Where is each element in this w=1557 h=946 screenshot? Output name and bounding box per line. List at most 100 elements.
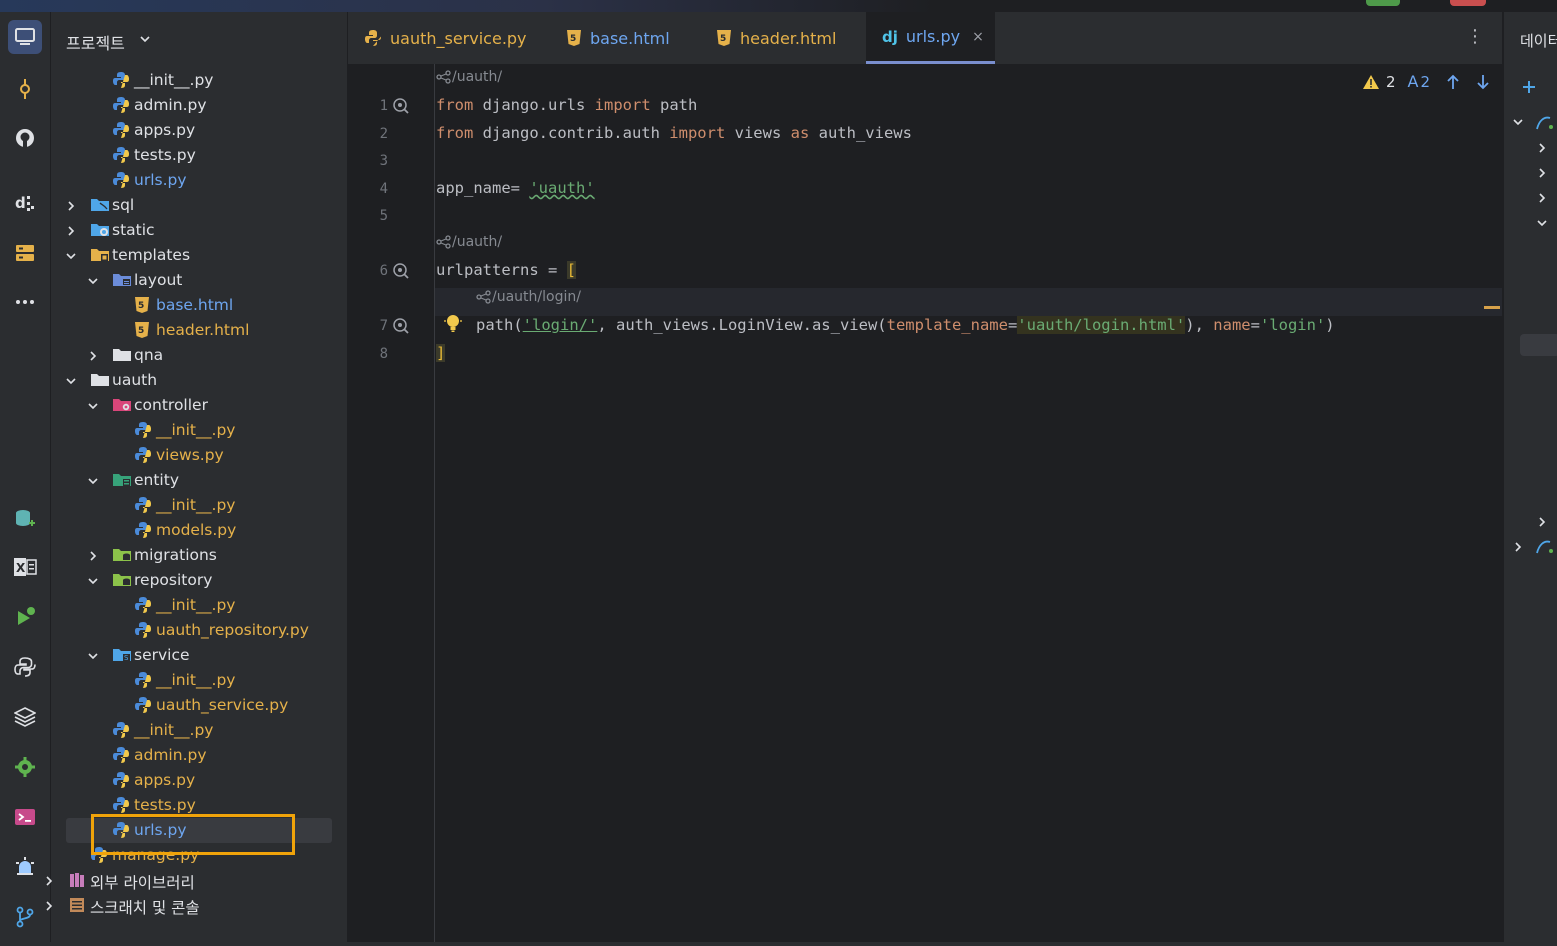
tree-item[interactable]: urls.py — [66, 818, 332, 843]
tree-item[interactable]: templates — [51, 243, 341, 268]
tree-item[interactable]: 외부 라이브러리 — [46, 868, 341, 893]
tab-base-html[interactable]: 5 base.html — [566, 12, 670, 64]
chevron-right-icon[interactable] — [87, 549, 99, 561]
project-title[interactable]: 프로젝트 — [66, 30, 125, 54]
inspection-widget[interactable]: 2 A 2 — [1362, 72, 1490, 91]
route-hint[interactable]: /uauth/ — [436, 234, 502, 250]
route-hint[interactable]: /uauth/login/ — [476, 289, 581, 305]
django-structure-icon[interactable]: d — [8, 186, 42, 220]
run-indicator[interactable] — [1366, 0, 1400, 6]
chevron-down-icon[interactable] — [87, 399, 99, 411]
tree-item[interactable]: tests.py — [51, 143, 341, 168]
tree-item[interactable]: uauth_repository.py — [51, 618, 341, 643]
tree-item[interactable]: apps.py — [51, 118, 341, 143]
arrow-down-icon[interactable] — [1476, 74, 1490, 90]
excel-icon[interactable]: X — [8, 550, 42, 584]
settings-gear-icon[interactable] — [8, 750, 42, 784]
chevron-down-icon[interactable] — [87, 474, 99, 486]
database-panel-title[interactable]: 데이터 — [1520, 30, 1557, 51]
chevron-down-icon[interactable] — [139, 34, 151, 44]
tree-item[interactable]: admin.py — [51, 93, 341, 118]
code-text: , auth_views.LoginView.as_view( — [597, 316, 887, 334]
chevron-down-icon[interactable] — [87, 274, 99, 286]
tree-item[interactable]: __init__.py — [51, 493, 341, 518]
tree-item[interactable]: Sservice — [51, 643, 341, 668]
tree-item[interactable]: migrations — [51, 543, 341, 568]
python-file-icon — [365, 30, 381, 46]
tab-uauth-service[interactable]: uauth_service.py — [364, 12, 527, 64]
tab-header-html[interactable]: 5 header.html — [716, 12, 836, 64]
tree-item[interactable]: __init__.py — [51, 68, 341, 93]
project-tool-icon[interactable] — [8, 20, 42, 54]
tree-item[interactable]: entity — [51, 468, 341, 493]
chevron-right-icon[interactable] — [43, 899, 55, 911]
lightbulb-icon[interactable] — [444, 312, 462, 334]
tree-item[interactable]: uauth — [51, 368, 341, 393]
url-mapping-icon[interactable] — [392, 262, 410, 280]
chevron-right-icon[interactable] — [1536, 192, 1548, 204]
url-mapping-icon[interactable] — [392, 97, 410, 115]
tab-urls-py[interactable]: dj urls.py × — [866, 12, 995, 64]
stop-indicator[interactable] — [1450, 0, 1486, 6]
tree-item[interactable]: 5 header.html — [51, 318, 341, 343]
selected-db-item[interactable] — [1520, 334, 1557, 356]
tree-item[interactable]: uauth_service.py — [51, 693, 341, 718]
arrow-up-icon[interactable] — [1446, 74, 1460, 90]
chevron-down-icon[interactable] — [87, 574, 99, 586]
url-mapping-icon[interactable] — [392, 317, 410, 335]
tree-item[interactable]: views.py — [51, 443, 341, 468]
tree-item[interactable]: 5 base.html — [51, 293, 341, 318]
keyword: from — [436, 96, 474, 114]
tree-item[interactable]: layout — [51, 268, 341, 293]
tree-item[interactable]: __init__.py — [51, 418, 341, 443]
route-hint[interactable]: /uauth/ — [436, 69, 502, 85]
problems-icon[interactable] — [8, 850, 42, 884]
close-icon[interactable]: × — [972, 29, 984, 45]
tree-item[interactable]: sql — [51, 193, 341, 218]
layers-icon[interactable] — [8, 700, 42, 734]
tabs-more-icon[interactable]: ⋮ — [1466, 26, 1484, 47]
tree-item[interactable]: __init__.py — [51, 593, 341, 618]
run-debug-icon[interactable] — [8, 600, 42, 634]
services-icon[interactable] — [8, 236, 42, 270]
github-icon[interactable] — [8, 121, 42, 155]
tree-item[interactable]: __init__.py — [51, 668, 341, 693]
chevron-down-icon[interactable] — [1536, 217, 1548, 229]
route-text: /uauth/login/ — [492, 289, 581, 305]
html-file-icon: 5 — [567, 30, 581, 46]
git-branch-icon[interactable] — [8, 900, 42, 934]
chevron-right-icon[interactable] — [1536, 516, 1548, 528]
terminal-icon[interactable] — [8, 800, 42, 834]
tree-item[interactable]: models.py — [51, 518, 341, 543]
chevron-right-icon[interactable] — [87, 349, 99, 361]
python-console-icon[interactable] — [8, 650, 42, 684]
tree-item[interactable]: __init__.py — [51, 718, 341, 743]
chevron-right-icon[interactable] — [65, 224, 77, 236]
tree-item[interactable]: manage.py — [51, 843, 341, 868]
tree-item[interactable]: apps.py — [51, 768, 341, 793]
commit-icon[interactable] — [8, 72, 42, 106]
chevron-down-icon[interactable] — [65, 249, 77, 261]
chevron-right-icon[interactable] — [1512, 541, 1524, 553]
tree-item[interactable]: urls.py — [51, 168, 341, 193]
tree-item[interactable]: qna — [51, 343, 341, 368]
tree-item[interactable]: tests.py — [51, 793, 341, 818]
chevron-down-icon[interactable] — [87, 649, 99, 661]
more-tools-icon[interactable] — [8, 285, 42, 319]
chevron-right-icon[interactable] — [1536, 142, 1548, 154]
chevron-down-icon[interactable] — [65, 374, 77, 386]
tree-item[interactable]: admin.py — [51, 743, 341, 768]
chevron-right-icon[interactable] — [43, 874, 55, 886]
tree-item[interactable]: 스크래치 및 콘솔 — [46, 893, 341, 918]
chevron-right-icon[interactable] — [65, 199, 77, 211]
database-add-icon[interactable] — [8, 502, 42, 536]
chevron-down-icon[interactable] — [1512, 116, 1524, 128]
tree-item[interactable]: controller — [51, 393, 341, 418]
tree-item-label: urls.py — [134, 821, 187, 839]
code-area[interactable]: /uauth/ from django.urls import path fro… — [436, 64, 1502, 942]
tree-item[interactable]: repository — [51, 568, 341, 593]
folder-icon — [112, 396, 131, 414]
tree-item[interactable]: static — [51, 218, 341, 243]
add-icon[interactable] — [1522, 80, 1536, 94]
chevron-right-icon[interactable] — [1536, 167, 1548, 179]
